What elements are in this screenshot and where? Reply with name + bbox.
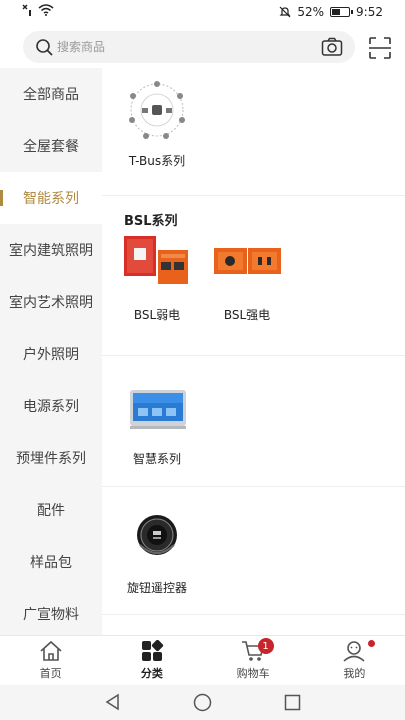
category-sidebar: 全部商品 全屋套餐 智能系列 室内建筑照明 室内艺术照明 户外照明 电源系列 预… [0,68,102,635]
product-knob-remote[interactable]: 旋钮遥控器 [112,505,202,596]
sidebar-item-label: 户外照明 [23,347,79,363]
camera-icon[interactable] [321,37,343,57]
scan-icon[interactable] [368,36,392,60]
bsl-strong-panel-image [214,248,281,274]
sidebar-item-label: 智能系列 [23,191,79,207]
sidebar-item-indoor-art-lighting[interactable]: 室内艺术照明 [0,276,102,328]
sidebar-item-label: 预埋件系列 [16,451,86,467]
sidebar-item-indoor-architectural-lighting[interactable]: 室内建筑照明 [0,224,102,276]
recent-apps-icon[interactable] [284,694,301,711]
cart-count-badge: 1 [257,638,274,654]
product-label: 旋钮遥控器 [126,581,187,595]
sidebar-item-label: 全屋套餐 [23,139,79,155]
search-icon [36,39,53,56]
wifi-icon [38,4,54,16]
tab-label: 购物车 [236,667,270,680]
tab-label: 首页 [39,667,62,680]
tbus-diagram-image [129,81,185,139]
sidebar-item-sample-pack[interactable]: 样品包 [0,536,102,588]
section-tbus: T-Bus系列 [102,68,405,196]
tab-cart[interactable]: 1 购物车 [203,636,304,685]
product-bsl-strong-current[interactable]: BSL强电 [202,232,292,323]
product-label: BSL弱电 [133,308,181,322]
sidebar-item-promo-materials[interactable]: 广宣物料 [0,588,102,635]
battery-icon [330,7,354,17]
smart-panel-image [130,390,186,429]
home-icon [40,640,62,661]
sidebar-item-embedded-parts[interactable]: 预埋件系列 [0,432,102,484]
sidebar-item-label: 广宣物料 [23,607,79,623]
back-icon[interactable] [104,693,122,711]
sidebar-item-outdoor-lighting[interactable]: 户外照明 [0,328,102,380]
sidebar-item-label: 室内建筑照明 [9,243,93,259]
product-label: BSL强电 [223,308,271,322]
mute-icon [279,6,291,18]
product-image [118,78,196,142]
sidebar-item-label: 室内艺术照明 [9,295,93,311]
product-image [118,376,196,440]
section-knob: 旋钮遥控器 [102,487,405,615]
system-nav-bar [0,685,405,720]
product-image [118,232,196,296]
tab-profile[interactable]: 我的 [304,636,405,685]
status-bar: 52% 9:52 [0,0,405,26]
tab-home[interactable]: 首页 [0,636,101,685]
notification-dot [367,640,375,647]
sidebar-item-whole-house-package[interactable]: 全屋套餐 [0,120,102,172]
tab-label: 我的 [343,667,366,680]
sidebar-item-power-series[interactable]: 电源系列 [0,380,102,432]
product-smart-series[interactable]: 智慧系列 [112,376,202,467]
search-input[interactable] [57,40,297,54]
product-label: T-Bus系列 [128,154,186,168]
bottom-tab-bar: 首页 分类 1 购物车 我的 [0,635,405,685]
sidebar-item-smart-series[interactable]: 智能系列 [0,172,102,224]
section-bsl: BSL系列 BSL弱电 BSL强电 [102,196,405,356]
sidebar-item-label: 全部商品 [23,87,79,103]
section-title: BSL系列 [124,214,178,229]
search-bar[interactable] [23,31,355,63]
signal-off-icon [22,4,31,16]
section-smart: 智慧系列 [102,356,405,487]
bsl-weak-panel-image [124,236,188,284]
sidebar-item-label: 样品包 [30,555,72,571]
sidebar-item-label: 电源系列 [23,399,79,415]
sidebar-item-all-products[interactable]: 全部商品 [0,68,102,120]
profile-icon [343,641,365,662]
tab-category[interactable]: 分类 [101,636,202,685]
sidebar-item-accessories[interactable]: 配件 [0,484,102,536]
knob-remote-image [137,515,177,555]
product-image [118,505,196,569]
product-label: 智慧系列 [132,452,181,466]
tab-label: 分类 [140,667,163,680]
category-content: T-Bus系列 BSL系列 BSL弱电 BSL强电 智慧系列 旋钮遥控器 [102,68,405,635]
home-button-icon[interactable] [193,693,212,712]
product-bsl-weak-current[interactable]: BSL弱电 [112,232,202,323]
product-tbus-series[interactable]: T-Bus系列 [112,78,202,169]
product-image [208,232,286,296]
clock: 9:52 [356,5,383,19]
battery-percent: 52% [297,5,325,19]
sidebar-item-label: 配件 [37,503,65,519]
category-icon [141,640,163,661]
